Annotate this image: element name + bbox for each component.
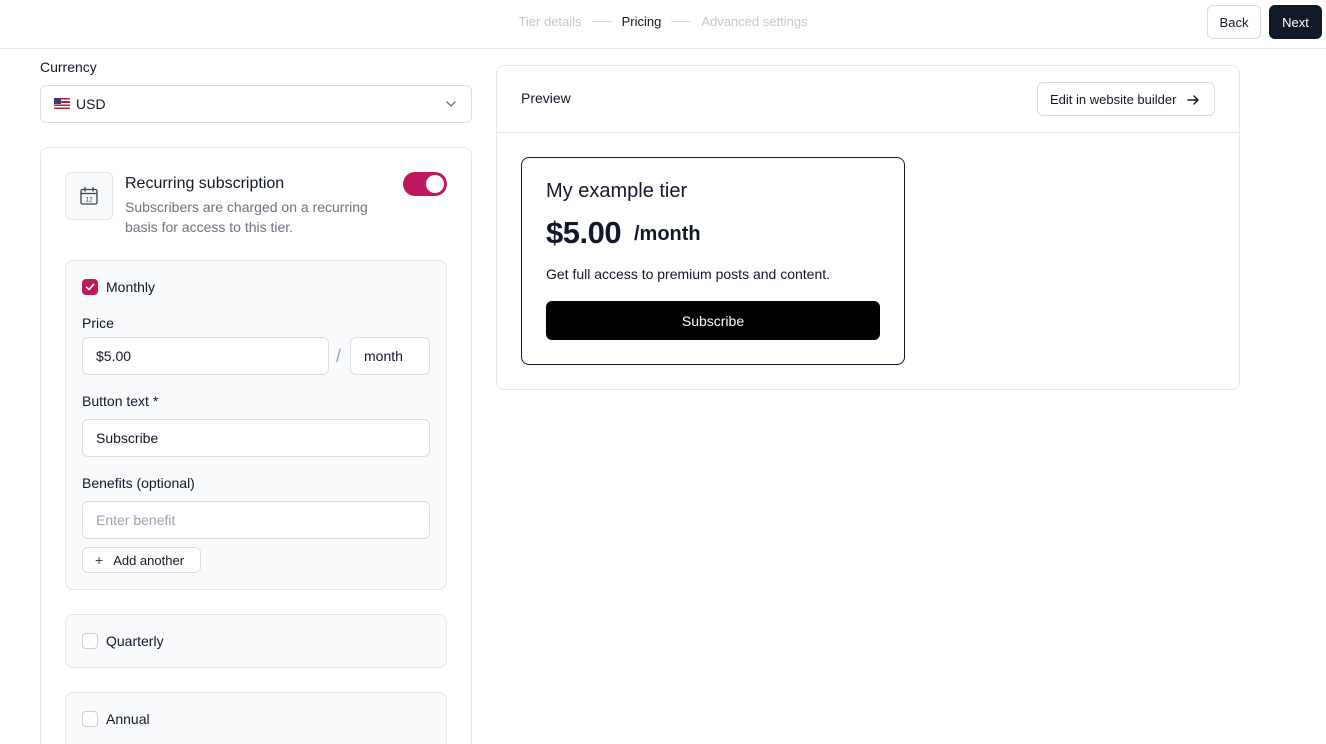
- price-separator: /: [336, 346, 342, 366]
- arrow-right-icon: [1187, 95, 1199, 105]
- button-text-label: Button text *: [82, 393, 159, 409]
- tier-subscribe-button[interactable]: Subscribe: [546, 301, 880, 340]
- recurring-subscription-toggle[interactable]: [403, 172, 447, 196]
- recurring-subscription-description: Subscribers are charged on a recurring b…: [125, 199, 368, 235]
- button-text-input[interactable]: Subscribe: [82, 419, 430, 457]
- interval-input[interactable]: month: [350, 337, 430, 375]
- calendar-day-number: 12: [85, 197, 93, 204]
- preview-title: Preview: [521, 90, 571, 106]
- edit-in-website-builder-button[interactable]: Edit in website builder: [1037, 82, 1215, 116]
- currency-select[interactable]: USD: [40, 85, 472, 123]
- calendar-icon-box: 12: [65, 172, 113, 220]
- tier-period: /month: [634, 223, 701, 245]
- tier-name: My example tier: [546, 180, 688, 202]
- price-label: Price: [82, 315, 114, 331]
- tier-price: $5.00: [546, 215, 622, 250]
- stepper: Tier details Pricing Advanced settings: [0, 14, 1326, 29]
- toggle-knob: [426, 175, 444, 193]
- price-input[interactable]: $5.00: [82, 337, 329, 375]
- back-button[interactable]: Back: [1207, 5, 1261, 39]
- monthly-checkbox[interactable]: [82, 279, 98, 295]
- step-divider: [671, 21, 692, 22]
- benefit-input[interactable]: Enter benefit: [82, 501, 430, 539]
- add-another-label: Add another: [113, 552, 185, 568]
- currency-value: USD: [76, 96, 106, 112]
- quarterly-checkbox[interactable]: [82, 633, 98, 649]
- top-bar: Tier details Pricing Advanced settings B…: [0, 0, 1326, 49]
- step-pricing[interactable]: Pricing: [622, 14, 662, 29]
- us-flag-icon: [54, 97, 70, 109]
- currency-label: Currency: [40, 59, 97, 75]
- tier-description: Get full access to premium posts and con…: [546, 266, 831, 282]
- plus-icon: +: [95, 552, 104, 568]
- annual-label: Annual: [106, 711, 150, 727]
- chevron-down-icon: [446, 101, 456, 107]
- step-divider: [591, 21, 612, 22]
- quarterly-label: Quarterly: [106, 633, 164, 649]
- monthly-label: Monthly: [106, 279, 156, 295]
- benefits-label: Benefits (optional): [82, 475, 195, 491]
- recurring-subscription-title: Recurring subscription: [125, 175, 285, 192]
- annual-checkbox[interactable]: [82, 711, 98, 727]
- calendar-icon: 12: [80, 186, 98, 205]
- step-tier-details[interactable]: Tier details: [518, 14, 581, 29]
- check-icon: [85, 283, 95, 291]
- step-advanced-settings[interactable]: Advanced settings: [701, 14, 807, 29]
- next-button[interactable]: Next: [1269, 5, 1322, 39]
- add-another-button[interactable]: + Add another: [82, 547, 201, 573]
- edit-button-label: Edit in website builder: [1050, 91, 1177, 107]
